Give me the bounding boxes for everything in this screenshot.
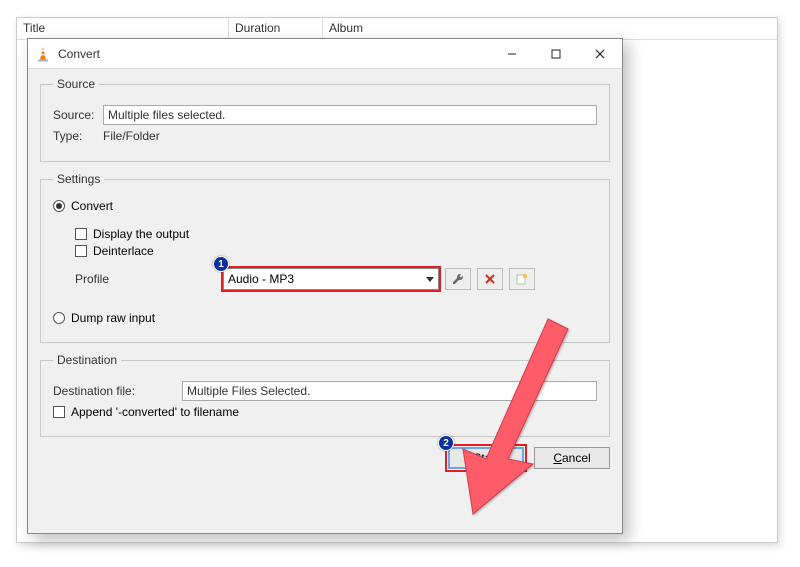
annotation-badge-1: 1 xyxy=(213,256,229,272)
start-button[interactable]: Start xyxy=(448,447,524,469)
source-label: Source: xyxy=(53,108,103,122)
radio-icon xyxy=(53,200,65,212)
dump-raw-label: Dump raw input xyxy=(71,311,155,325)
vlc-cone-icon xyxy=(34,45,52,63)
deinterlace-checkbox[interactable]: Deinterlace xyxy=(75,244,597,258)
annotation-badge-2: 2 xyxy=(438,435,454,451)
x-icon xyxy=(483,272,497,286)
append-converted-label: Append '-converted' to filename xyxy=(71,405,239,419)
checkbox-icon xyxy=(75,228,87,240)
maximize-button[interactable] xyxy=(534,39,578,69)
titlebar: Convert xyxy=(28,39,622,69)
destination-file-input[interactable] xyxy=(182,381,597,401)
deinterlace-label: Deinterlace xyxy=(93,244,154,258)
checkbox-icon xyxy=(75,245,87,257)
column-headers: Title Duration Album xyxy=(17,18,777,40)
profile-combobox[interactable]: Audio - MP3 xyxy=(223,268,439,290)
destination-legend: Destination xyxy=(53,353,121,367)
convert-dialog: Convert Source Source: Type: File/Folder… xyxy=(27,38,623,534)
convert-radio[interactable]: Convert xyxy=(53,199,597,213)
new-icon xyxy=(515,272,529,286)
dialog-title: Convert xyxy=(58,47,490,61)
cancel-button[interactable]: Cancel xyxy=(534,447,610,469)
col-album[interactable]: Album xyxy=(323,18,777,39)
profile-value: Audio - MP3 xyxy=(228,272,294,286)
start-button-label: Start xyxy=(473,451,498,465)
display-output-label: Display the output xyxy=(93,227,189,241)
edit-profile-button[interactable] xyxy=(445,268,471,290)
minimize-button[interactable] xyxy=(490,39,534,69)
cancel-button-label: Cancel xyxy=(553,451,590,465)
dump-raw-radio[interactable]: Dump raw input xyxy=(53,311,597,325)
destination-file-label: Destination file: xyxy=(53,384,182,398)
chevron-down-icon xyxy=(426,277,434,282)
source-legend: Source xyxy=(53,77,99,91)
profile-label: Profile xyxy=(53,272,223,286)
col-title[interactable]: Title xyxy=(17,18,229,39)
wrench-icon xyxy=(451,272,465,286)
new-profile-button[interactable] xyxy=(509,268,535,290)
source-group: Source Source: Type: File/Folder xyxy=(40,77,610,162)
convert-radio-label: Convert xyxy=(71,199,113,213)
type-label: Type: xyxy=(53,129,103,143)
delete-profile-button[interactable] xyxy=(477,268,503,290)
radio-icon xyxy=(53,312,65,324)
close-button[interactable] xyxy=(578,39,622,69)
checkbox-icon xyxy=(53,406,65,418)
source-input[interactable] xyxy=(103,105,597,125)
settings-legend: Settings xyxy=(53,172,104,186)
settings-group: Settings Convert Display the output Dein… xyxy=(40,172,610,343)
col-duration[interactable]: Duration xyxy=(229,18,323,39)
display-output-checkbox[interactable]: Display the output xyxy=(75,227,597,241)
destination-group: Destination Destination file: Append '-c… xyxy=(40,353,610,437)
append-converted-checkbox[interactable]: Append '-converted' to filename xyxy=(53,405,597,419)
type-value: File/Folder xyxy=(103,129,160,143)
